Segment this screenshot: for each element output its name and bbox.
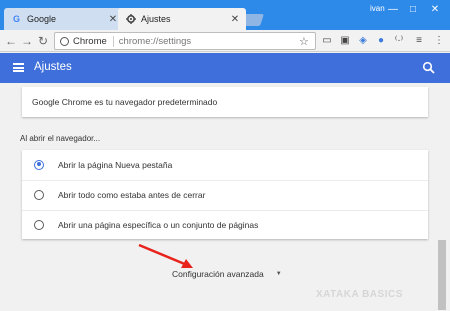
drop-icon[interactable]: ● bbox=[374, 34, 388, 48]
default-browser-text: Google Chrome es tu navegador predetermi… bbox=[32, 97, 218, 107]
hamburger-menu-icon[interactable] bbox=[13, 63, 24, 72]
advanced-settings-toggle[interactable]: Configuración avanzada ▼ bbox=[172, 269, 282, 279]
title-bar: G Google ✕ Ajustes ✕ ivan — □ ✕ bbox=[0, 0, 450, 30]
radio-label: Abrir la página Nueva pestaña bbox=[58, 159, 173, 170]
startup-option-specific-pages[interactable]: Abrir una página específica o un conjunt… bbox=[22, 210, 428, 239]
tab-google[interactable]: G Google ✕ bbox=[4, 8, 124, 30]
on-startup-card: Abrir la página Nueva pestaña Abrir todo… bbox=[22, 150, 428, 239]
url-text[interactable]: chrome://settings bbox=[119, 36, 299, 47]
gear-icon bbox=[125, 14, 136, 25]
default-browser-card: Google Chrome es tu navegador predetermi… bbox=[22, 87, 428, 117]
tab-label: Ajustes bbox=[141, 14, 171, 24]
bookmark-star-icon[interactable]: ☆ bbox=[299, 35, 313, 48]
reload-icon[interactable]: ↻ bbox=[35, 33, 51, 49]
settings-content: Google Chrome es tu navegador predetermi… bbox=[0, 83, 450, 311]
radio-button-checked[interactable] bbox=[34, 159, 44, 170]
shield-icon[interactable]: ◈ bbox=[356, 34, 370, 48]
forward-icon[interactable]: → bbox=[19, 33, 35, 49]
page-title: Ajustes bbox=[34, 61, 72, 73]
startup-option-new-tab[interactable]: Abrir la página Nueva pestaña bbox=[22, 150, 428, 179]
tab-ajustes[interactable]: Ajustes ✕ bbox=[118, 8, 246, 30]
scrollbar-thumb[interactable] bbox=[438, 240, 446, 310]
radio-label: Abrir una página específica o un conjunt… bbox=[58, 220, 259, 230]
on-startup-title: Al abrir el navegador... bbox=[20, 134, 101, 143]
radio-button[interactable] bbox=[34, 220, 44, 230]
watermark: XATAKA BASICS bbox=[316, 289, 403, 300]
layers-icon[interactable]: ≡ bbox=[412, 34, 426, 48]
back-icon[interactable]: ← bbox=[3, 33, 19, 49]
annotation-arrow bbox=[138, 243, 193, 268]
radio-wave-icon[interactable]: ⁽·⁾ bbox=[392, 34, 406, 48]
caret-down-icon: ▼ bbox=[275, 271, 282, 277]
site-chip: Chrome bbox=[73, 35, 114, 47]
advanced-settings-label: Configuración avanzada bbox=[172, 269, 264, 279]
browser-toolbar: ← → ↻ Chrome chrome://settings ☆ ▭ ▣ ◈ ●… bbox=[0, 30, 450, 52]
search-icon[interactable] bbox=[422, 61, 436, 75]
extension-icon[interactable]: ▣ bbox=[338, 34, 352, 48]
radio-button[interactable] bbox=[34, 190, 44, 200]
minimize-button[interactable]: — bbox=[383, 2, 403, 18]
google-icon: G bbox=[12, 14, 20, 24]
cast-icon[interactable]: ▭ bbox=[320, 34, 334, 48]
tab-label: Google bbox=[27, 14, 57, 24]
chrome-page-icon bbox=[60, 36, 69, 46]
maximize-button[interactable]: □ bbox=[403, 2, 423, 18]
close-tab-icon[interactable]: ✕ bbox=[228, 14, 242, 25]
radio-label: Abrir todo como estaba antes de cerrar bbox=[58, 190, 206, 200]
menu-dots-icon[interactable]: ⋮ bbox=[432, 34, 446, 48]
settings-header: Ajustes bbox=[0, 53, 450, 83]
address-bar[interactable]: Chrome chrome://settings ☆ bbox=[54, 32, 316, 50]
startup-option-continue[interactable]: Abrir todo como estaba antes de cerrar bbox=[22, 180, 428, 209]
close-window-button[interactable]: ✕ bbox=[425, 2, 445, 18]
